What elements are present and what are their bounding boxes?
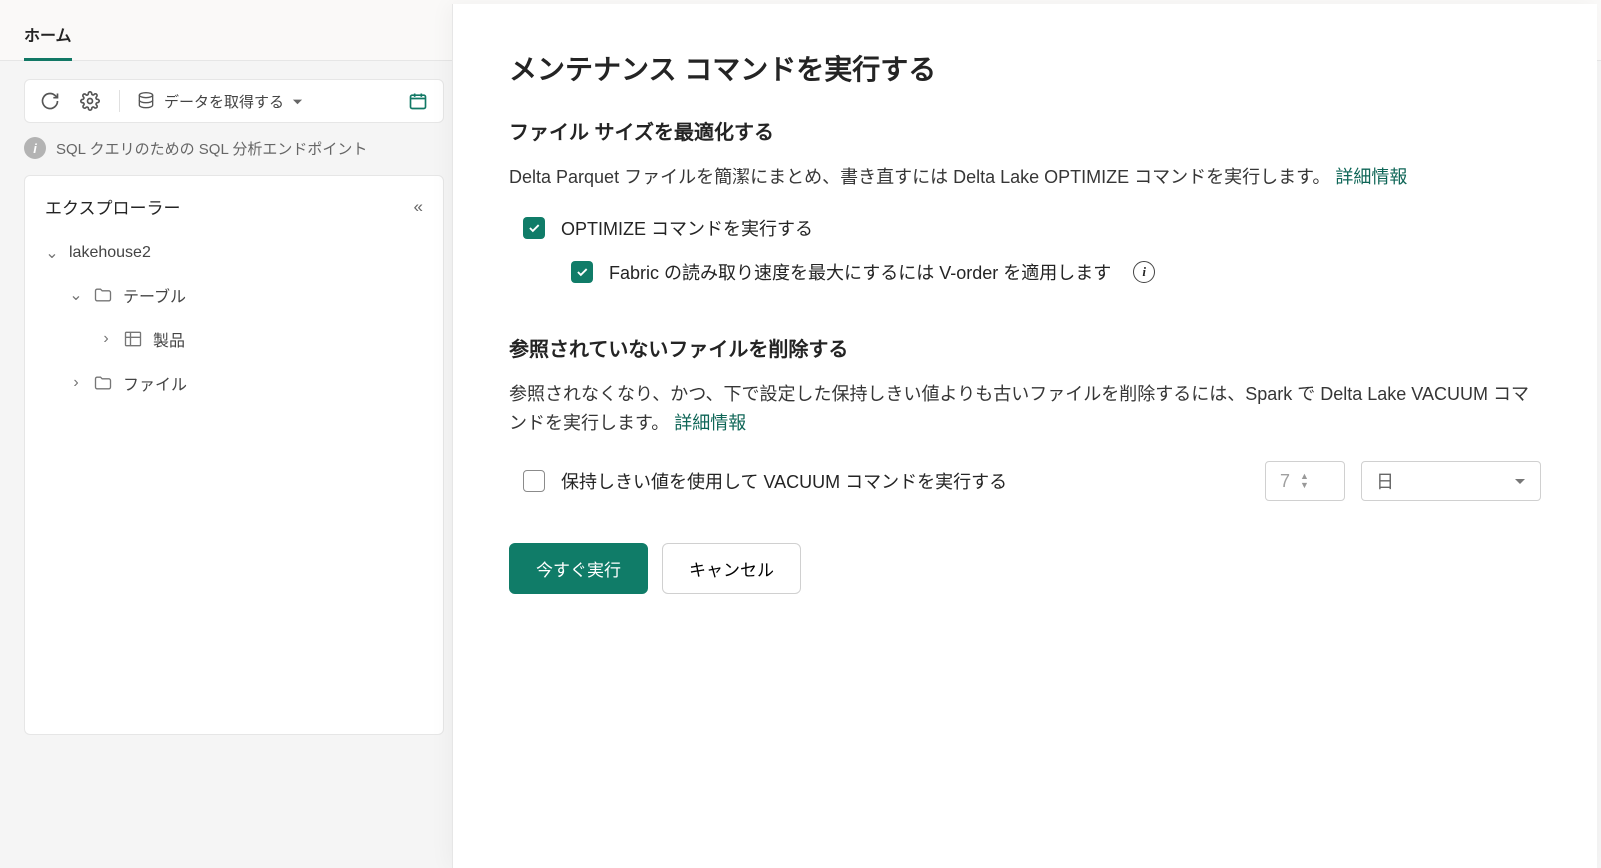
explorer-tree: ⌄ lakehouse2 ⌄ テーブル › 製品 › bbox=[39, 233, 429, 405]
folder-icon bbox=[93, 285, 113, 305]
optimize-description: Delta Parquet ファイルを簡潔にまとめ、書き直すには Delta L… bbox=[509, 163, 1541, 193]
tree-root-label: lakehouse2 bbox=[69, 244, 151, 262]
settings-gear-icon[interactable] bbox=[77, 88, 103, 114]
chevron-down-icon: ⌄ bbox=[45, 243, 59, 263]
vacuum-desc-text: 参照されなくなり、かつ、下で設定した保持しきい値よりも古いファイルを削除するには… bbox=[509, 384, 1529, 434]
retention-unit-select[interactable]: 日 bbox=[1361, 461, 1541, 501]
tree-tables-label: テーブル bbox=[123, 283, 186, 307]
spinner-arrows[interactable]: ▲▼ bbox=[1300, 472, 1309, 490]
get-data-label: データを取得する bbox=[164, 91, 284, 112]
chevron-down-icon: ⌄ bbox=[69, 285, 83, 305]
tree-product-label: 製品 bbox=[153, 327, 185, 351]
dialog-button-row: 今すぐ実行 キャンセル bbox=[509, 543, 1541, 594]
explorer-title: エクスプローラー bbox=[45, 194, 181, 219]
vacuum-run-checkbox[interactable] bbox=[523, 470, 545, 492]
vacuum-run-label: 保持しきい値を使用して VACUUM コマンドを実行する bbox=[561, 468, 1249, 494]
folder-icon bbox=[93, 373, 113, 393]
vacuum-description: 参照されなくなり、かつ、下で設定した保持しきい値よりも古いファイルを削除するには… bbox=[509, 380, 1541, 439]
dialog-title: メンテナンス コマンドを実行する bbox=[509, 48, 1541, 88]
tree-item-files[interactable]: › ファイル bbox=[39, 361, 429, 405]
calendar-icon[interactable] bbox=[405, 88, 431, 114]
info-icon: i bbox=[24, 137, 46, 159]
chevron-down-icon bbox=[292, 96, 303, 107]
explorer-panel: エクスプローラー « ⌄ lakehouse2 ⌄ テーブル › 製品 bbox=[24, 175, 444, 735]
vorder-row: Fabric の読み取り速度を最大にするには V-order を適用します i bbox=[571, 259, 1541, 285]
tree-root-lakehouse[interactable]: ⌄ lakehouse2 bbox=[39, 233, 429, 273]
chevron-down-icon bbox=[1514, 475, 1526, 487]
retention-unit-label: 日 bbox=[1376, 468, 1394, 494]
database-icon bbox=[136, 91, 156, 111]
optimize-run-label: OPTIMIZE コマンドを実行する bbox=[561, 215, 813, 241]
toolbar-divider bbox=[119, 90, 120, 112]
vorder-info-icon[interactable]: i bbox=[1133, 261, 1155, 283]
run-now-button[interactable]: 今すぐ実行 bbox=[509, 543, 648, 594]
tab-home[interactable]: ホーム bbox=[24, 14, 72, 60]
status-text: SQL クエリのための SQL 分析エンドポイント bbox=[56, 138, 367, 159]
cancel-button[interactable]: キャンセル bbox=[662, 543, 801, 594]
tree-files-label: ファイル bbox=[123, 371, 187, 395]
vacuum-run-row: 保持しきい値を使用して VACUUM コマンドを実行する 7 ▲▼ 日 bbox=[523, 461, 1541, 501]
optimize-desc-text: Delta Parquet ファイルを簡潔にまとめ、書き直すには Delta L… bbox=[509, 167, 1335, 187]
toolbar: データを取得する bbox=[24, 79, 444, 123]
get-data-button[interactable]: データを取得する bbox=[136, 91, 303, 112]
maintenance-dialog: メンテナンス コマンドを実行する ファイル サイズを最適化する Delta Pa… bbox=[452, 4, 1597, 868]
vacuum-heading: 参照されていないファイルを削除する bbox=[509, 333, 1541, 362]
tree-item-tables[interactable]: ⌄ テーブル bbox=[39, 273, 429, 317]
vorder-label: Fabric の読み取り速度を最大にするには V-order を適用します bbox=[609, 259, 1111, 285]
table-icon bbox=[123, 329, 143, 349]
chevron-right-icon: › bbox=[69, 374, 83, 392]
retention-value-spinner[interactable]: 7 ▲▼ bbox=[1265, 461, 1345, 501]
optimize-heading: ファイル サイズを最適化する bbox=[509, 116, 1541, 145]
optimize-run-row: OPTIMIZE コマンドを実行する bbox=[523, 215, 1541, 241]
collapse-explorer-icon[interactable]: « bbox=[414, 197, 423, 217]
retention-value: 7 bbox=[1280, 471, 1290, 492]
chevron-right-icon: › bbox=[99, 330, 113, 348]
vacuum-learn-more-link[interactable]: 詳細情報 bbox=[674, 413, 746, 433]
tree-item-product[interactable]: › 製品 bbox=[39, 317, 429, 361]
optimize-learn-more-link[interactable]: 詳細情報 bbox=[1335, 167, 1407, 187]
vorder-checkbox[interactable] bbox=[571, 261, 593, 283]
refresh-icon[interactable] bbox=[37, 88, 63, 114]
optimize-run-checkbox[interactable] bbox=[523, 217, 545, 239]
